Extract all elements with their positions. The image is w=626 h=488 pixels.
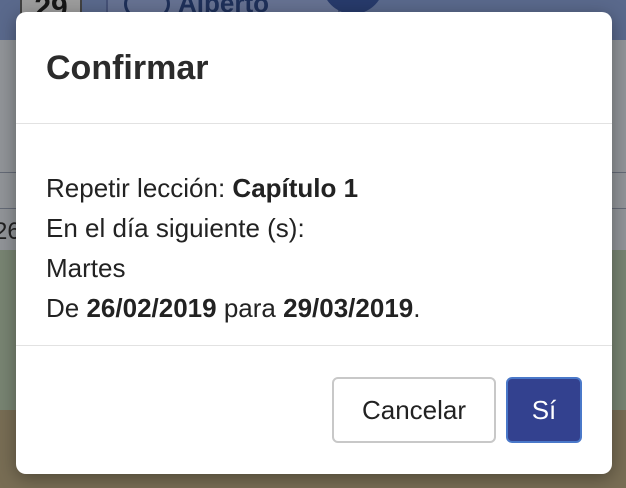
dialog-title: Confirmar — [46, 49, 209, 87]
lesson-line: Repetir lección: Capítulo 1 — [46, 168, 612, 208]
lesson-name: Capítulo 1 — [232, 173, 359, 203]
confirm-button[interactable]: Sí — [506, 377, 582, 443]
to-prefix: para — [216, 293, 284, 323]
dialog-footer: Cancelar Sí — [16, 346, 612, 473]
date-range-line: De 26/02/2019 para 29/03/2019. — [46, 288, 612, 328]
from-prefix: De — [46, 293, 87, 323]
weekday: Martes — [46, 253, 126, 283]
next-days-label: En el día siguiente (s): — [46, 213, 305, 243]
confirm-dialog: Confirmar Repetir lección: Capítulo 1 En… — [16, 12, 612, 474]
to-date: 29/03/2019 — [283, 293, 414, 323]
date-suffix: . — [413, 293, 421, 323]
dialog-body: Repetir lección: Capítulo 1 En el día si… — [16, 124, 612, 346]
lesson-prefix: Repetir lección: — [46, 173, 233, 203]
cancel-button[interactable]: Cancelar — [332, 377, 496, 443]
from-date: 26/02/2019 — [86, 293, 217, 323]
dialog-header: Confirmar — [16, 12, 612, 124]
